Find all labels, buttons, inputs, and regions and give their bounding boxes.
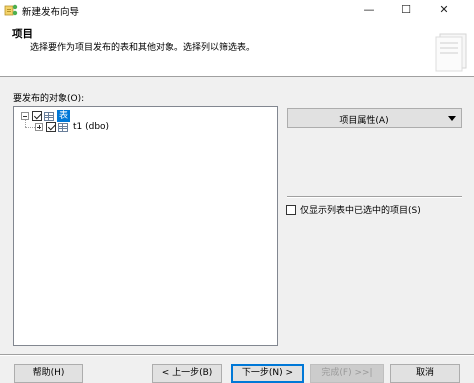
- separator: [287, 196, 462, 198]
- page-title: 项目: [12, 28, 33, 40]
- dropdown-arrow-icon: [448, 116, 456, 121]
- next-button[interactable]: 下一步(N) >: [231, 364, 304, 383]
- help-button[interactable]: 帮助(H): [14, 364, 83, 383]
- tree-node-t1[interactable]: t1 (dbo): [35, 120, 111, 134]
- tree-node-label[interactable]: t1 (dbo): [71, 121, 111, 133]
- wizard-header-art-icon: [435, 33, 467, 72]
- show-only-checked-checkbox[interactable]: [286, 204, 296, 215]
- objects-to-publish-label: 要发布的对象(O):: [13, 94, 85, 104]
- table-icon: [58, 122, 68, 132]
- tree-connector: [25, 127, 35, 128]
- title-bar: 新建发布向导 — ☐ ✕: [0, 0, 474, 20]
- close-button[interactable]: ✕: [429, 0, 459, 20]
- finish-button: 完成(F) >>|: [310, 364, 384, 383]
- article-properties-button[interactable]: 项目属性(A): [287, 108, 462, 128]
- show-only-checked-label: 仅显示列表中已选中的项目(S): [300, 206, 421, 216]
- t1-checkbox[interactable]: [46, 122, 56, 132]
- footer-separator: [0, 354, 474, 356]
- maximize-button[interactable]: ☐: [391, 0, 421, 20]
- objects-tree[interactable]: 表 t1 (dbo): [13, 106, 278, 346]
- minimize-button[interactable]: —: [354, 0, 384, 20]
- show-only-checked-option[interactable]: 仅显示列表中已选中的项目(S): [286, 203, 421, 216]
- cancel-button[interactable]: 取消: [390, 364, 460, 383]
- back-button[interactable]: < 上一步(B): [152, 364, 222, 383]
- wizard-header: 项目 选择要作为项目发布的表和其他对象。选择列以筛选表。: [0, 20, 474, 77]
- article-properties-label: 项目属性(A): [339, 116, 389, 126]
- page-description: 选择要作为项目发布的表和其他对象。选择列以筛选表。: [30, 43, 256, 53]
- wizard-app-icon: [4, 4, 18, 16]
- collapse-icon[interactable]: [21, 112, 29, 120]
- window-title: 新建发布向导: [22, 7, 80, 18]
- expand-icon[interactable]: [35, 123, 43, 131]
